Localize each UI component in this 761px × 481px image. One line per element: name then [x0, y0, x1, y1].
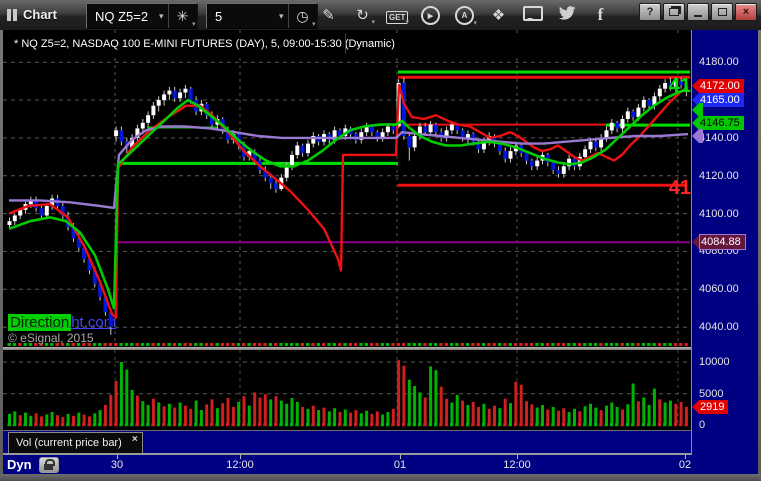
refresh-icon: ↻	[356, 7, 369, 24]
maximize-icon	[717, 8, 727, 16]
get-data-button[interactable]: GET ▾	[386, 7, 409, 26]
time-axis-label: 02	[678, 459, 692, 471]
close-icon[interactable]: ×	[132, 434, 138, 445]
symbol-control-group: NQ Z5=2 ▾ ✳ ▾	[86, 3, 198, 29]
minimize-icon	[694, 14, 702, 17]
help-button[interactable]: ?	[639, 3, 661, 21]
volume-axis-label: 0	[699, 419, 706, 432]
svg-text:41: 41	[669, 177, 691, 199]
interval-value: 5	[215, 8, 223, 24]
chart-window-icon	[7, 9, 17, 21]
dynamic-mode-label: Dyn	[7, 457, 32, 472]
indicator-tab-row: Vol (current price bar) ×	[3, 430, 691, 455]
price-axis-label: 4060.00	[699, 283, 739, 296]
minimize-button[interactable]	[687, 3, 709, 21]
tab-label: Vol (current price bar)	[16, 437, 122, 449]
price-axis-label: 4140.00	[699, 131, 739, 144]
time-template-button[interactable]: ◷ ▾	[287, 4, 317, 28]
dock-icon	[669, 8, 679, 16]
time-axis-label: 30	[110, 459, 124, 471]
price-axis-label: 4100.00	[699, 207, 739, 220]
auto-trade-button[interactable]: A ▾	[454, 5, 477, 27]
twitter-share-button[interactable]	[556, 6, 577, 24]
window-title: Chart	[23, 7, 57, 22]
svg-text:41: 41	[669, 75, 691, 97]
price-axis[interactable]: 4180.004160.004140.004120.004100.004080.…	[691, 30, 758, 455]
gear-icon: ✳	[176, 7, 189, 24]
window-border-left	[0, 30, 3, 474]
pane-splitter[interactable]	[3, 347, 758, 350]
maximize-button[interactable]	[711, 3, 733, 21]
chevron-down-icon: ▾	[473, 20, 477, 27]
dock-button[interactable]	[663, 3, 685, 21]
lock-button[interactable]	[39, 457, 59, 473]
chevron-down-icon: ▾	[312, 21, 316, 28]
strategy-button[interactable]: ❖	[488, 6, 509, 24]
speech-bubble-icon	[522, 5, 543, 21]
window-buttons: ? ×	[639, 3, 757, 21]
title-bar[interactable]: Chart NQ Z5=2 ▾ ✳ ▾ 5 ▾ ◷ ▾ ✎ ↻ ▾ GET ▾ …	[0, 0, 761, 30]
refresh-button[interactable]: ↻ ▾	[352, 6, 375, 26]
volume-chart-canvas[interactable]	[3, 350, 691, 430]
time-axis-label: 12:00	[503, 459, 531, 471]
symbol-header-text: * NQ Z5=2, NASDAQ 100 E-MINI FUTURES (DA…	[14, 38, 395, 50]
symbol-settings-button[interactable]: ✳ ▾	[167, 4, 197, 28]
price-axis-label: 4180.00	[699, 56, 739, 69]
symbol-dropdown[interactable]: NQ Z5=2 ▾	[87, 4, 168, 28]
time-axis-label: 01	[393, 459, 407, 471]
price-axis-label: 4040.00	[699, 321, 739, 334]
chat-button[interactable]	[522, 5, 543, 25]
chart-symbol-header: * NQ Z5=2, NASDAQ 100 E-MINI FUTURES (DA…	[8, 33, 686, 54]
facebook-share-button[interactable]: f	[590, 5, 611, 25]
interval-control-group: 5 ▾ ◷ ▾	[206, 3, 318, 29]
twitter-icon	[558, 6, 575, 20]
chevron-down-icon: ▾	[159, 10, 164, 21]
price-chart-canvas[interactable]: 41 41	[3, 30, 691, 350]
facebook-icon: f	[597, 5, 604, 24]
chevron-down-icon: ▾	[405, 18, 409, 26]
chart-window: Chart NQ Z5=2 ▾ ✳ ▾ 5 ▾ ◷ ▾ ✎ ↻ ▾ GET ▾ …	[0, 0, 761, 481]
replay-button[interactable]: ▶	[420, 5, 441, 26]
copyright-notice: © eSignal, 2015	[8, 331, 94, 345]
play-icon: ▶	[421, 6, 440, 26]
interval-dropdown[interactable]: 5 ▾	[207, 4, 288, 28]
close-button[interactable]: ×	[735, 3, 757, 21]
chevron-down-icon: ▾	[279, 10, 284, 21]
pencil-icon: ✎	[322, 7, 335, 24]
diamond-arrows-icon: ❖	[491, 7, 506, 24]
letter-a-icon: A	[455, 6, 474, 25]
toolbar-icons: ✎ ↻ ▾ GET ▾ ▶ A ▾ ❖ f	[318, 0, 611, 30]
chevron-down-icon: ▾	[192, 21, 196, 28]
tab-volume-study[interactable]: Vol (current price bar) ×	[8, 432, 143, 453]
chevron-down-icon: ▾	[371, 19, 375, 26]
volume-axis-label: 10000	[699, 356, 730, 368]
time-axis[interactable]: Dyn 30 12:00 01 12:00 02	[3, 455, 758, 474]
price-axis-label: 4120.00	[699, 169, 739, 182]
clock-icon: ◷	[296, 7, 309, 24]
draw-tool-button[interactable]: ✎	[318, 6, 339, 24]
time-axis-label: 12:00	[226, 459, 254, 471]
symbol-value: NQ Z5=2	[95, 8, 149, 24]
volume-axis-label: 5000	[699, 387, 724, 400]
window-border-bottom	[0, 474, 761, 481]
